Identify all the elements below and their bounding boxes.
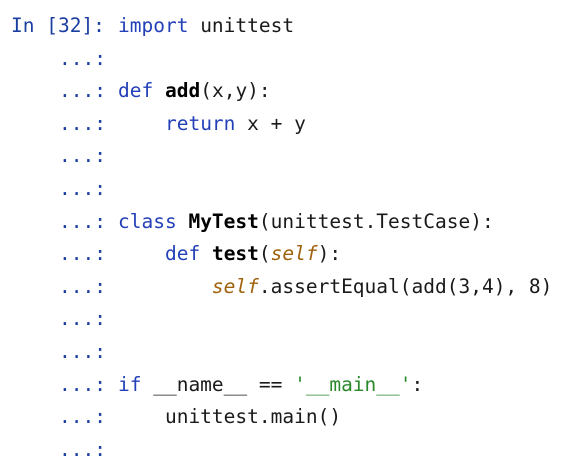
continuation-prompt: ...:: [59, 274, 106, 298]
continuation-prompt: ...:: [59, 209, 106, 233]
continuation-prompt: ...:: [59, 307, 106, 331]
code-text[interactable]: class MyTest(unittest.TestCase):: [118, 206, 494, 239]
code-line[interactable]: ...: return x + y: [0, 108, 571, 141]
input-prompt: In [32]:: [11, 14, 105, 37]
code-token: unittest: [188, 14, 295, 37]
code-token: self: [211, 274, 259, 298]
code-text[interactable]: def add(x,y):: [118, 75, 271, 108]
continuation-prompt: ...:: [59, 405, 106, 429]
code-token: test: [211, 242, 259, 266]
code-token: add: [164, 79, 201, 103]
code-text[interactable]: self.assertEqual(add(3,4), 8): [118, 271, 552, 304]
code-line[interactable]: ...:: [0, 173, 571, 206]
continuation-prompt: ...:: [59, 111, 106, 135]
code-line[interactable]: ...:: [0, 140, 571, 173]
code-token: return: [164, 111, 236, 135]
code-token: (x,y):: [200, 79, 271, 103]
code-line[interactable]: ...:: [0, 434, 571, 467]
continuation-prompt: ...:: [59, 46, 106, 70]
code-token: if: [118, 372, 142, 396]
code-token: :: [411, 372, 424, 396]
code-token: ):: [317, 242, 342, 266]
code-text[interactable]: def test(self):: [118, 238, 341, 271]
code-line[interactable]: ...: unittest.main(): [0, 401, 571, 434]
code-line[interactable]: ...:: [0, 43, 571, 76]
continuation-prompt: ...:: [59, 242, 106, 266]
code-line[interactable]: In [32]: import unittest: [0, 10, 571, 43]
code-line[interactable]: ...: self.assertEqual(add(3,4), 8): [0, 271, 571, 304]
code-text[interactable]: unittest.main(): [118, 401, 341, 434]
code-token: (unittest.TestCase):: [258, 209, 494, 233]
ipython-console[interactable]: In [32]: import unittest...:...: def add(x…: [0, 0, 571, 468]
code-token: def: [118, 79, 154, 103]
code-text[interactable]: return x + y: [118, 108, 306, 141]
continuation-prompt: ...:: [59, 340, 106, 363]
code-token: class: [118, 209, 177, 233]
code-line[interactable]: ...:: [0, 303, 571, 336]
code-token: unittest.main(): [118, 405, 342, 429]
code-token: import: [118, 14, 189, 37]
code-line[interactable]: ...: def test(self):: [0, 238, 571, 271]
code-token: x + y: [235, 111, 306, 135]
code-token: '__main__': [294, 372, 412, 396]
code-line[interactable]: ...: class MyTest(unittest.TestCase):: [0, 206, 571, 239]
code-token: MyTest: [188, 209, 259, 233]
code-token: (: [258, 242, 271, 266]
code-text[interactable]: import unittest: [118, 10, 294, 43]
code-line[interactable]: ...:: [0, 336, 571, 369]
code-line[interactable]: ...: if __name__ == '__main__':: [0, 369, 571, 402]
code-token: def: [164, 242, 201, 266]
code-token: self: [270, 242, 318, 266]
continuation-prompt: ...:: [59, 177, 106, 200]
code-token: .assertEqual(add(3,4), 8): [258, 274, 553, 298]
code-line[interactable]: ...: def add(x,y):: [0, 75, 571, 108]
continuation-prompt: ...:: [59, 437, 106, 461]
code-token: __name__ ==: [141, 372, 295, 396]
code-text[interactable]: if __name__ == '__main__':: [118, 369, 423, 402]
continuation-prompt: ...:: [59, 144, 106, 168]
continuation-prompt: ...:: [59, 79, 106, 103]
continuation-prompt: ...:: [59, 372, 106, 396]
